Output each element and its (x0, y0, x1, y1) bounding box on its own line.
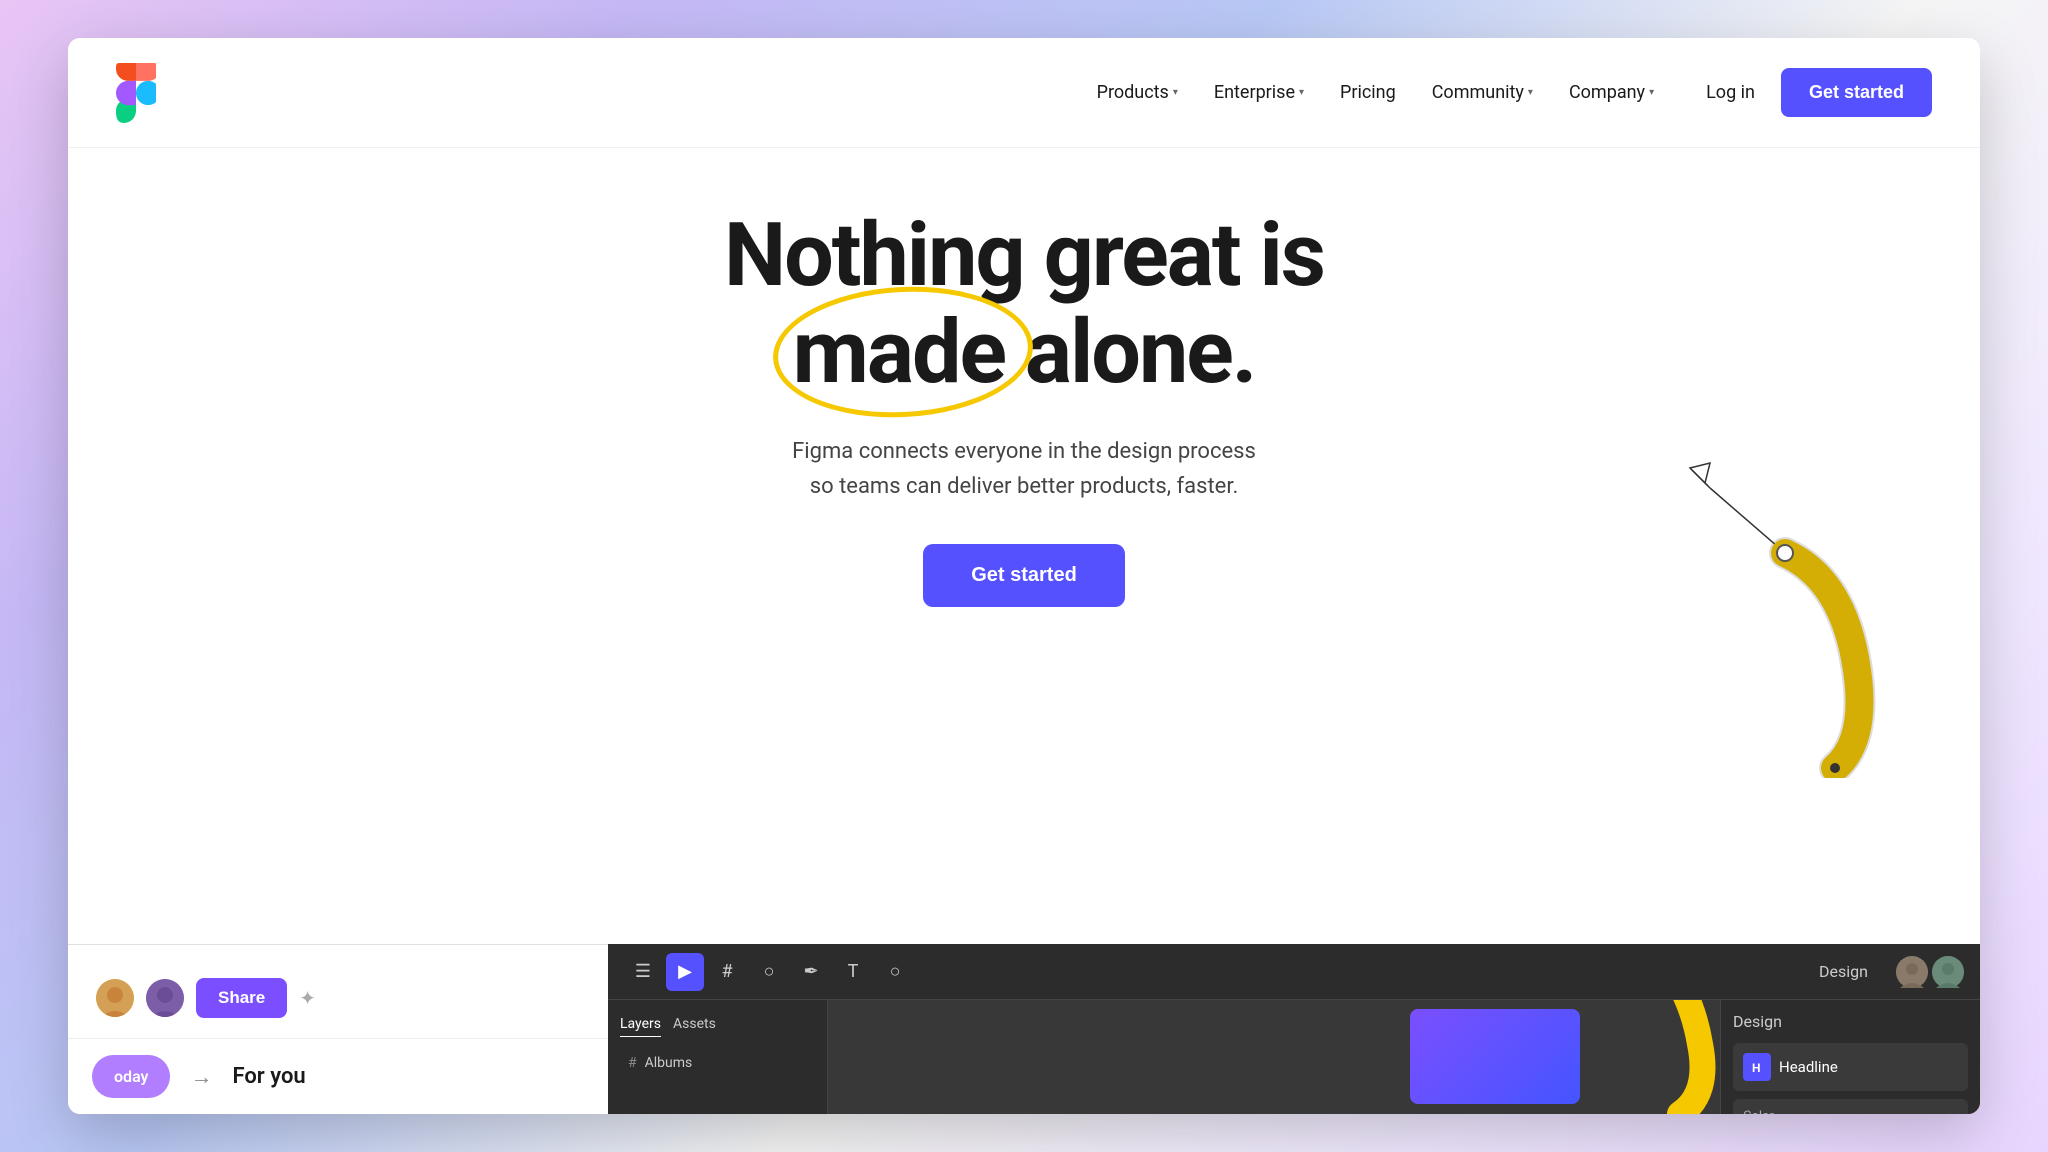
frame-tool[interactable]: # (708, 953, 746, 991)
avatar-1 (96, 979, 134, 1017)
bottom-tabs: oday → For you (68, 1039, 608, 1114)
editor-avatar-1 (1896, 956, 1928, 988)
figma-editor-panel: ☰ ▶ # ○ ✒ T ○ Design (608, 944, 1980, 1114)
design-section-headline: H Headline (1733, 1043, 1968, 1091)
yellow-swoosh-canvas (1560, 1000, 1720, 1114)
company-chevron-icon: ▾ (1649, 87, 1654, 98)
bottom-ui-strip: Share ✦ oday → For you ☰ ▶ # ○ ✒ T ○ Des… (68, 944, 1980, 1114)
design-panel: Design H Headline Color (1720, 1000, 1980, 1114)
circle-tool[interactable]: ○ (750, 953, 788, 991)
pen-decoration (1680, 458, 1900, 782)
products-chevron-icon: ▾ (1173, 87, 1178, 98)
editor-content: Layers Assets # Albums (608, 1000, 1980, 1114)
made-alone-wrapper: made (793, 305, 1005, 402)
headline-icon: H (1743, 1053, 1771, 1081)
assets-tab[interactable]: Assets (673, 1012, 716, 1037)
share-bar: Share ✦ (68, 958, 608, 1039)
layers-tabs: Layers Assets (620, 1012, 815, 1037)
nav-products[interactable]: Products ▾ (1083, 74, 1192, 111)
share-button[interactable]: Share (196, 978, 287, 1018)
comment-tool[interactable]: ○ (876, 953, 914, 991)
design-section-color: Color (1733, 1099, 1968, 1114)
left-prototype-panel: Share ✦ oday → For you (68, 944, 608, 1114)
layers-tab[interactable]: Layers (620, 1012, 661, 1037)
layer-item-albums[interactable]: # Albums (620, 1049, 815, 1077)
enterprise-chevron-icon: ▾ (1299, 87, 1304, 98)
hero-headline: Nothing great is made alone. (724, 208, 1324, 402)
navbar: Products ▾ Enterprise ▾ Pricing Communit… (68, 38, 1980, 148)
headline-label: Headline (1779, 1058, 1838, 1076)
toolbar-avatars (1896, 956, 1964, 988)
editor-toolbar: ☰ ▶ # ○ ✒ T ○ Design (608, 944, 1980, 1000)
grid-icon: # (628, 1055, 637, 1071)
design-panel-title: Design (1733, 1012, 1968, 1031)
logo-container (116, 63, 156, 123)
community-chevron-icon: ▾ (1528, 87, 1533, 98)
hero-subtext: Figma connects everyone in the design pr… (792, 434, 1256, 504)
canvas-preview-card (1410, 1009, 1580, 1104)
word-made: made (793, 301, 1005, 404)
layers-panel: Layers Assets # Albums (608, 1000, 828, 1114)
tab-arrow-icon: → (190, 1064, 212, 1090)
canvas-area (828, 1000, 1720, 1114)
login-link[interactable]: Log in (1692, 74, 1769, 111)
editor-avatar-2 (1932, 956, 1964, 988)
nav-enterprise[interactable]: Enterprise ▾ (1200, 74, 1318, 111)
pen-tool[interactable]: ✒ (792, 953, 830, 991)
menu-tool[interactable]: ☰ (624, 953, 662, 991)
cursor-tool[interactable]: ▶ (666, 953, 704, 991)
hero-line2: made alone. (724, 305, 1324, 402)
get-started-nav-button[interactable]: Get started (1781, 68, 1932, 117)
hero-section: Nothing great is made alone. Figma conne… (68, 148, 1980, 944)
get-started-hero-button[interactable]: Get started (923, 544, 1125, 607)
tab-for-you[interactable]: For you (232, 1064, 305, 1089)
nav-community[interactable]: Community ▾ (1418, 74, 1547, 111)
sparkle-icon: ✦ (299, 986, 316, 1010)
nav-pricing[interactable]: Pricing (1326, 74, 1410, 111)
figma-logo (116, 63, 156, 123)
text-tool[interactable]: T (834, 953, 872, 991)
nav-links: Products ▾ Enterprise ▾ Pricing Communit… (1083, 74, 1669, 111)
nav-company[interactable]: Company ▾ (1555, 74, 1668, 111)
design-tab-label[interactable]: Design (1819, 962, 1868, 981)
avatar-2 (146, 979, 184, 1017)
headline-pill: H Headline (1743, 1053, 1958, 1081)
svg-text:H: H (1752, 1061, 1760, 1075)
tab-today[interactable]: oday (92, 1055, 170, 1098)
browser-window: Products ▾ Enterprise ▾ Pricing Communit… (68, 38, 1980, 1114)
